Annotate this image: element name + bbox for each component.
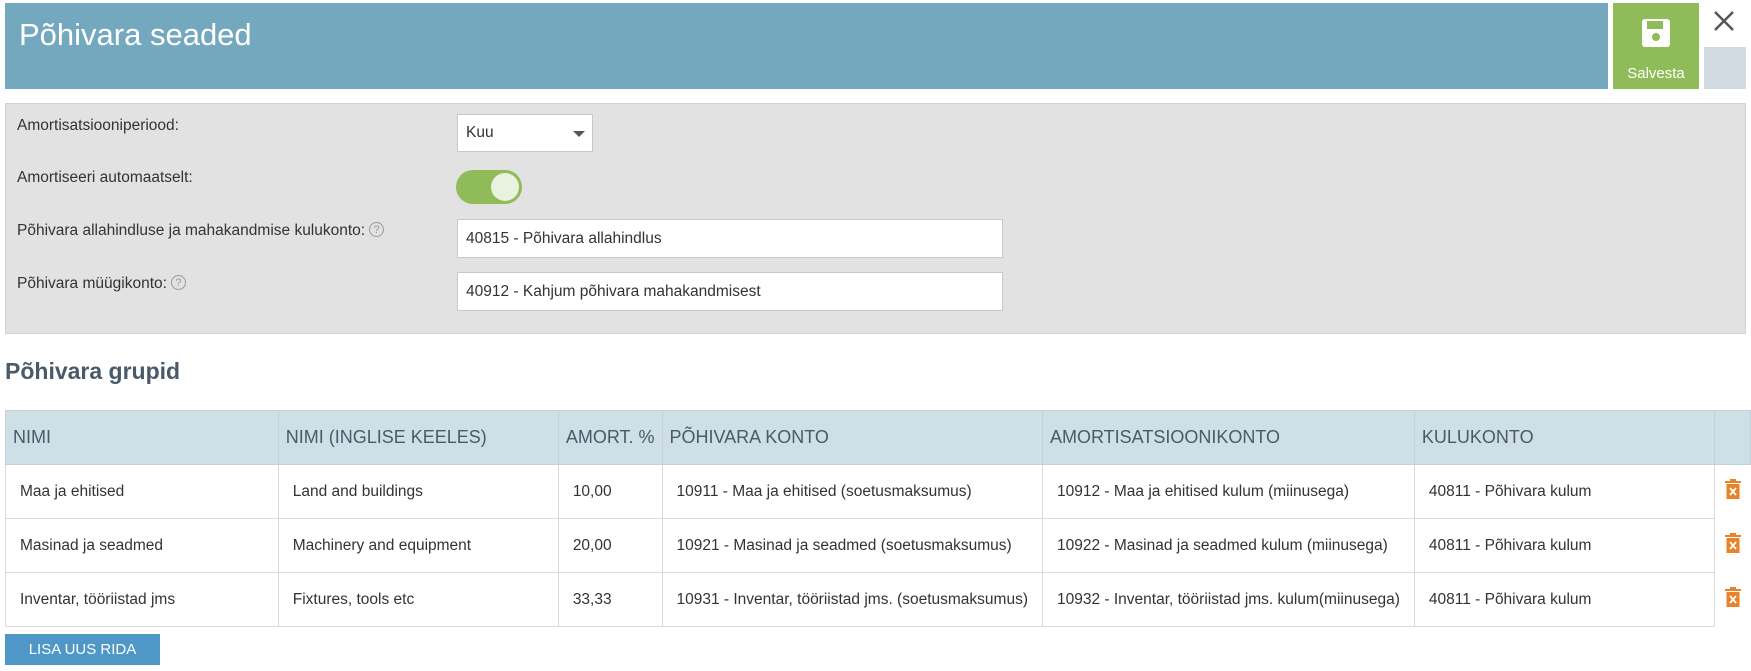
save-button[interactable]: Salvesta — [1613, 3, 1699, 89]
groups-title: Põhivara grupid — [5, 358, 181, 384]
cell-expense-account[interactable]: 40811 - Põhivara kulum — [1413, 572, 1715, 627]
table-header-row: NIMI NIMI (INGLISE KEELES) AMORT. % PÕHI… — [5, 410, 1751, 465]
column-header-actions — [1713, 410, 1751, 465]
cell-asset-account[interactable]: 10931 - Inventar, tööriistad jms. (soetu… — [661, 572, 1043, 627]
help-icon[interactable]: ? — [369, 222, 385, 237]
column-header-name[interactable]: NIMI — [5, 410, 279, 465]
column-header-asset-account[interactable]: PÕHIVARA KONTO — [661, 410, 1043, 465]
expense-account-label-row: Põhivara allahindluse ja mahakandmise ku… — [17, 222, 385, 240]
trash-icon — [1724, 587, 1741, 607]
table-row: Masinad ja seadmed Machinery and equipme… — [5, 518, 1751, 573]
table-row: Inventar, tööriistad jms Fixtures, tools… — [5, 572, 1751, 627]
cell-actions — [1713, 464, 1751, 519]
trash-icon — [1724, 479, 1741, 500]
cell-amort[interactable]: 33,33 — [557, 572, 663, 627]
chevron-down-icon — [573, 131, 585, 137]
side-tab — [1704, 47, 1746, 89]
auto-amortize-toggle[interactable] — [456, 170, 522, 204]
cell-expense-account[interactable]: 40811 - Põhivara kulum — [1413, 464, 1715, 519]
cell-name-en[interactable]: Machinery and equipment — [277, 518, 559, 573]
settings-panel: Amortisatsiooniperiood: Kuu Amortiseeri … — [5, 103, 1746, 334]
sale-account-field[interactable]: 40912 - Kahjum põhivara mahakandmisest — [457, 272, 1003, 311]
cell-asset-account[interactable]: 10921 - Masinad ja seadmed (soetusmaksum… — [661, 518, 1043, 573]
column-header-amort[interactable]: AMORT. % — [557, 410, 663, 465]
expense-account-label: Põhivara allahindluse ja mahakandmise ku… — [17, 222, 366, 239]
cell-name-en[interactable]: Land and buildings — [277, 464, 559, 519]
trash-icon — [1724, 533, 1741, 553]
expense-account-field[interactable]: 40815 - Põhivara allahindlus — [457, 219, 1003, 258]
help-icon[interactable]: ? — [170, 275, 186, 290]
cell-actions — [1713, 572, 1751, 627]
delete-row-button[interactable] — [1724, 587, 1741, 612]
cell-depreciation-account[interactable]: 10932 - Inventar, tööriistad jms. kulum(… — [1041, 572, 1415, 627]
toggle-knob — [491, 173, 519, 201]
delete-row-button[interactable] — [1724, 533, 1741, 558]
cell-amort[interactable]: 10,00 — [557, 464, 663, 519]
cell-name[interactable]: Masinad ja seadmed — [5, 518, 279, 573]
cell-asset-account[interactable]: 10911 - Maa ja ehitised (soetusmaksumus) — [661, 464, 1043, 519]
cell-name[interactable]: Maa ja ehitised — [5, 464, 279, 519]
page-title: Põhivara seaded — [19, 17, 252, 52]
cell-actions — [1713, 518, 1751, 573]
column-header-expense-account[interactable]: KULUKONTO — [1413, 410, 1715, 465]
close-button[interactable] — [1711, 8, 1739, 38]
floppy-disk-icon — [1642, 19, 1670, 47]
cell-expense-account[interactable]: 40811 - Põhivara kulum — [1413, 518, 1715, 573]
period-select[interactable]: Kuu — [457, 114, 593, 152]
cell-depreciation-account[interactable]: 10912 - Maa ja ehitised kulum (miinusega… — [1041, 464, 1415, 519]
delete-row-button[interactable] — [1724, 479, 1741, 504]
cell-name-en[interactable]: Fixtures, tools etc — [277, 572, 559, 627]
period-label: Amortisatsiooniperiood: — [17, 117, 179, 134]
sale-account-label: Põhivara müügikonto: — [17, 275, 167, 292]
cell-depreciation-account[interactable]: 10922 - Masinad ja seadmed kulum (miinus… — [1041, 518, 1415, 573]
groups-table: NIMI NIMI (INGLISE KEELES) AMORT. % PÕHI… — [5, 410, 1751, 627]
sale-account-label-row: Põhivara müügikonto:? — [17, 275, 186, 293]
auto-amortize-label: Amortiseeri automaatselt: — [17, 169, 193, 186]
page-header: Põhivara seaded — [5, 3, 1608, 89]
cell-name[interactable]: Inventar, tööriistad jms — [5, 572, 279, 627]
column-header-name-en[interactable]: NIMI (INGLISE KEELES) — [277, 410, 559, 465]
period-select-value: Kuu — [466, 124, 494, 141]
table-row: Maa ja ehitised Land and buildings 10,00… — [5, 464, 1751, 519]
column-header-depreciation-account[interactable]: AMORTISATSIOONIKONTO — [1041, 410, 1415, 465]
add-row-button[interactable]: LISA UUS RIDA — [5, 634, 160, 665]
cell-amort[interactable]: 20,00 — [557, 518, 663, 573]
close-icon — [1714, 11, 1734, 31]
save-button-label: Salvesta — [1627, 65, 1685, 82]
